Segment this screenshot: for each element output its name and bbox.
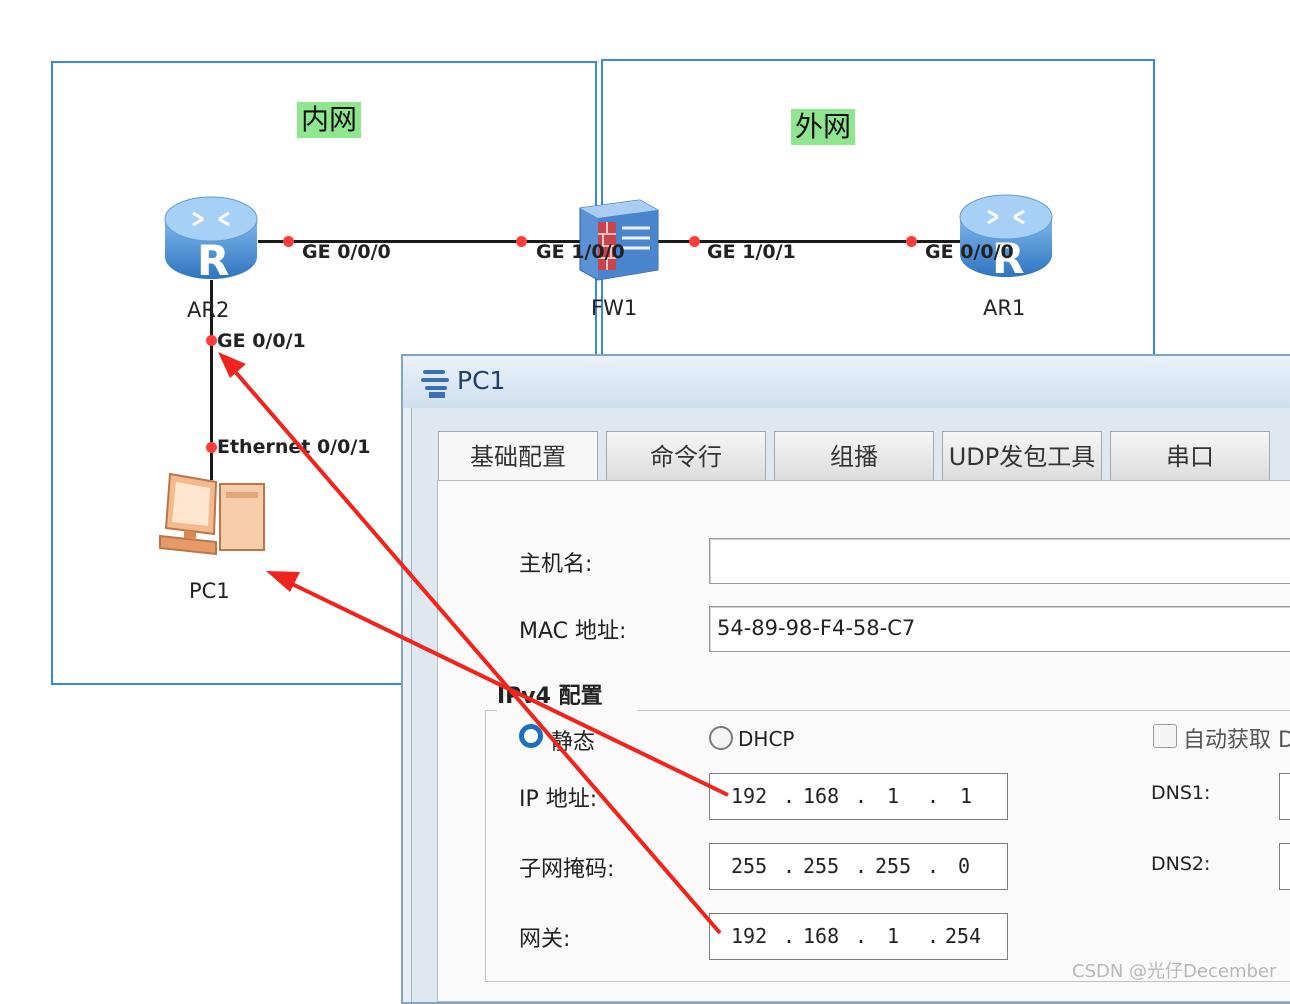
arrow-ip-to-pc1 xyxy=(266,571,729,797)
arrow-gateway-to-ar2 xyxy=(218,352,722,935)
annotation-arrows xyxy=(218,352,729,935)
watermark: CSDN @光仔December xyxy=(1072,961,1277,982)
